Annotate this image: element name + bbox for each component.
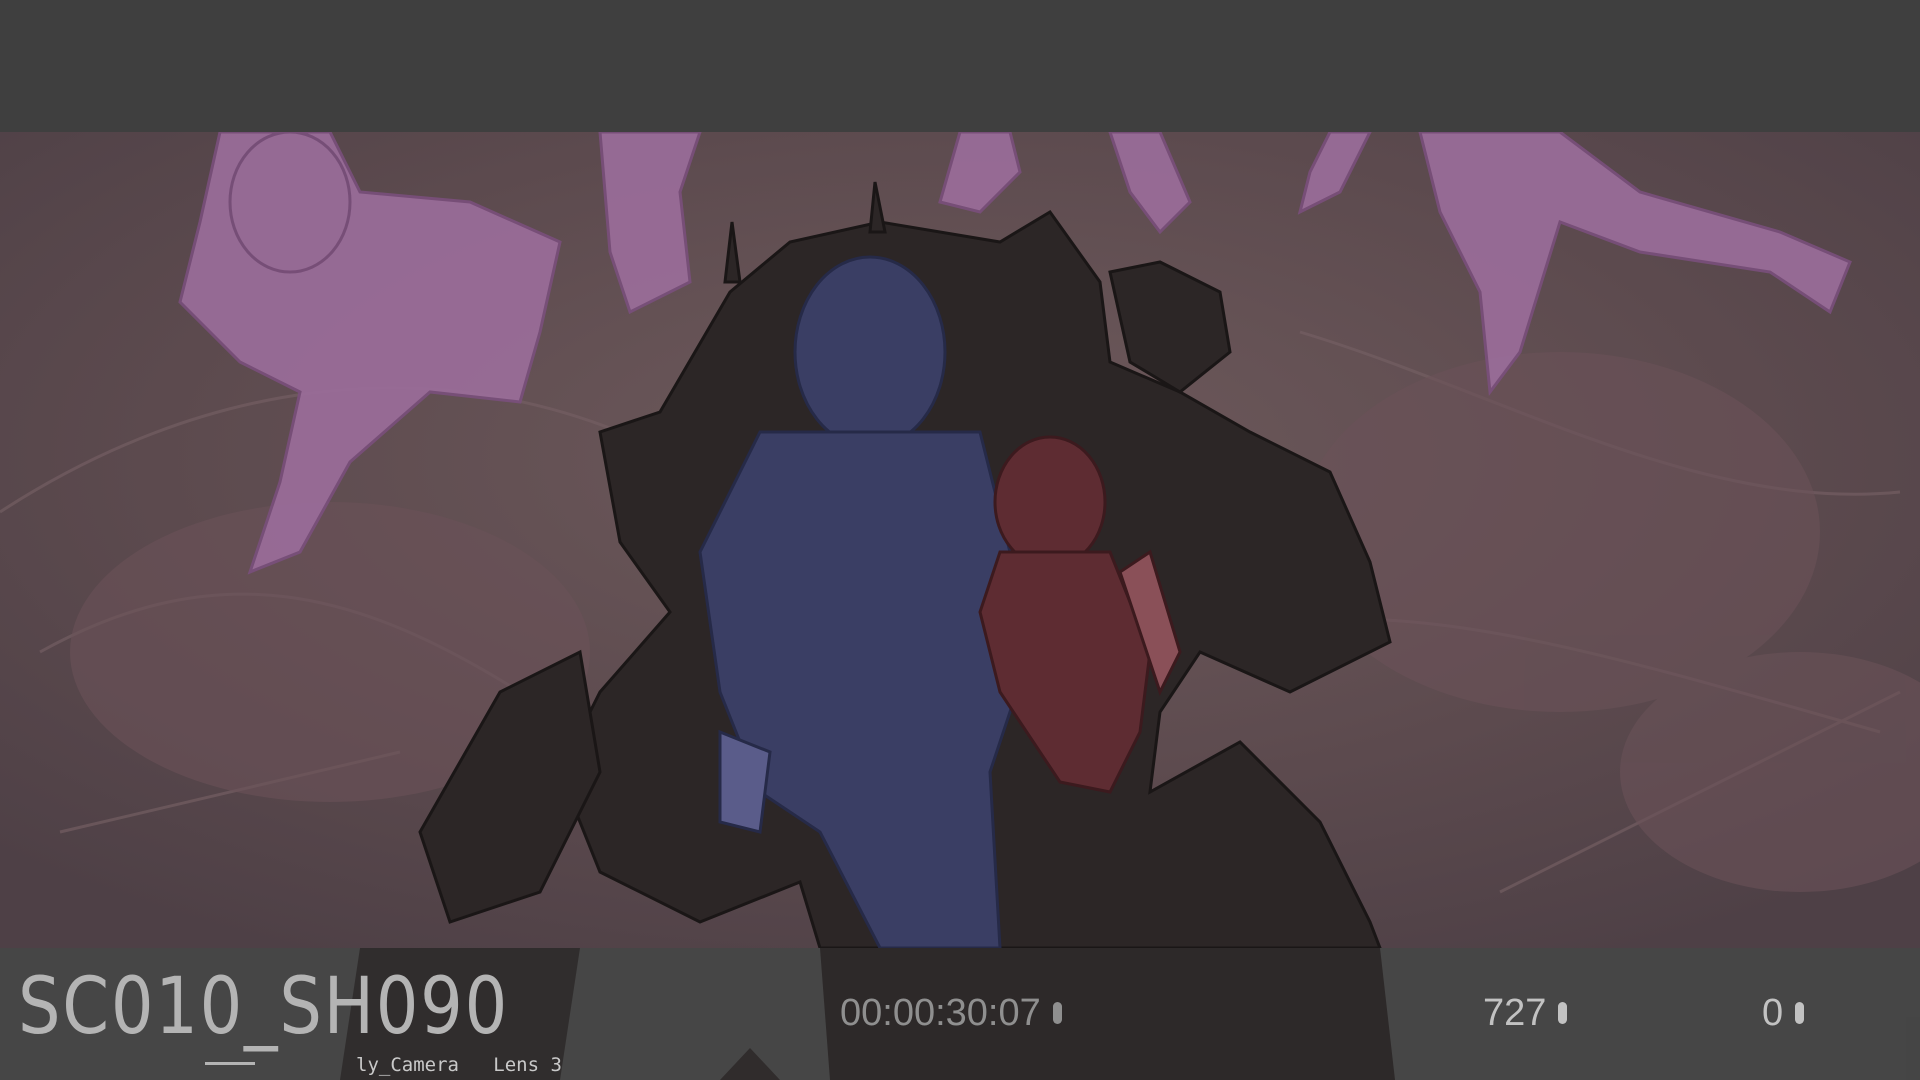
letterbox-top (0, 0, 1920, 132)
slider-knob-icon[interactable] (1558, 1002, 1568, 1024)
layer-number-value: 0 (1762, 992, 1784, 1034)
camera-info-label: ly_Camera Lens 3 (356, 1054, 562, 1076)
timecode-display[interactable]: 00:00:30:07 (840, 994, 1062, 1032)
slider-knob-icon[interactable] (1052, 1002, 1062, 1024)
timecode-value: 00:00:30:07 (840, 992, 1041, 1034)
shot-name-underline (205, 1062, 255, 1065)
frame-number-display[interactable]: 727 (1483, 992, 1568, 1034)
slider-knob-icon[interactable] (1795, 1002, 1805, 1024)
storyboard-frame[interactable] (0, 132, 1920, 948)
storyboard-artwork (0, 132, 1920, 948)
layer-number-display[interactable]: 0 (1762, 992, 1805, 1034)
frame-number-value: 727 (1483, 992, 1547, 1034)
shot-name-label: SC010_SH090 (18, 962, 509, 1052)
storyboard-viewer: SC010_SH090 00:00:30:07 727 0 ly_Camera … (0, 0, 1920, 1080)
